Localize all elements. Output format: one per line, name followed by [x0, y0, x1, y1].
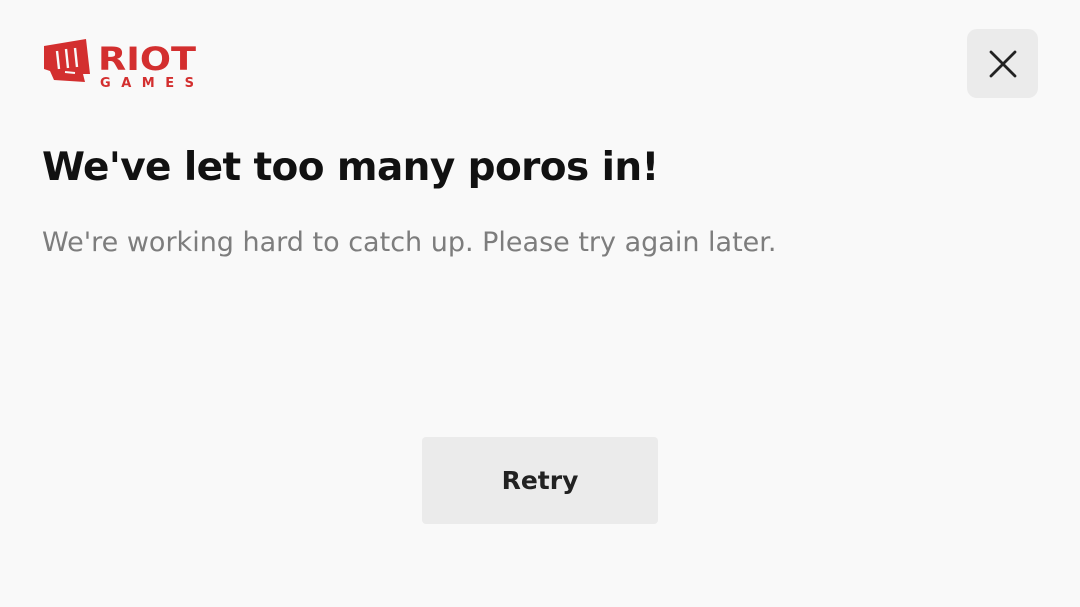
close-icon: [989, 50, 1016, 77]
page-title: We've let too many poros in!: [42, 145, 659, 190]
close-button[interactable]: [967, 29, 1038, 98]
svg-text:GAMES: GAMES: [100, 76, 194, 90]
riot-games-logo: RIOT GAMES: [42, 38, 198, 91]
retry-button[interactable]: Retry: [422, 437, 658, 524]
error-message: We're working hard to catch up. Please t…: [42, 227, 777, 258]
svg-text:RIOT: RIOT: [98, 40, 196, 78]
